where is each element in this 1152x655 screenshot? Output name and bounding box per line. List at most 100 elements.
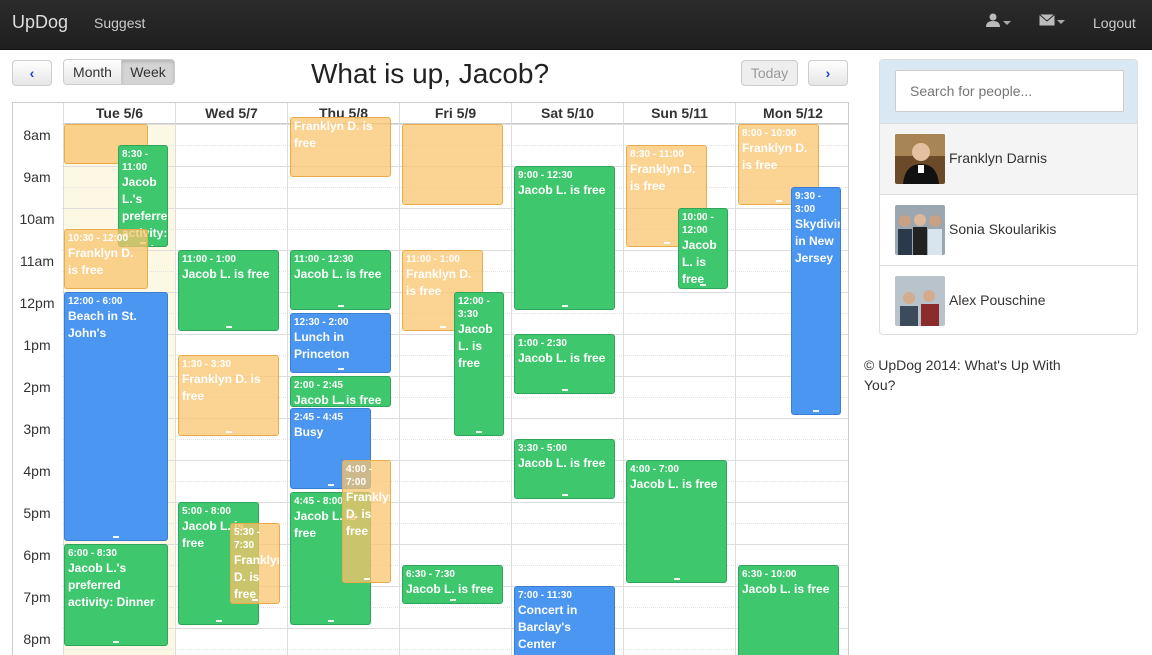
calendar-event[interactable]: 6:00 - 8:30 Jacob L.'s preferred activity… [64, 544, 168, 646]
logout-link[interactable]: Logout [1093, 15, 1136, 31]
event-time: 2:00 - 2:45 [294, 380, 343, 391]
day-header: Wed 5/7 [175, 103, 287, 124]
resize-handle[interactable] [439, 326, 446, 328]
mail-menu-icon[interactable] [1039, 13, 1065, 29]
calendar-event[interactable]: 7:00 - 11:30 Concert in Barclay's Center [514, 586, 615, 655]
resize-handle[interactable] [673, 578, 680, 580]
calendar-event[interactable]: 4:00 - 7:00 Jacob L. is free [626, 460, 727, 583]
person-photo-icon [895, 134, 945, 184]
event-title: Jacob L. is free [182, 267, 270, 281]
resize-handle[interactable] [327, 620, 334, 622]
calendar-event[interactable]: 1:00 - 2:30 Jacob L. is free [514, 334, 615, 394]
hour-label: 7pm [23, 589, 51, 605]
resize-handle[interactable] [700, 284, 706, 286]
resize-handle[interactable] [813, 410, 819, 412]
event-time: 12:30 - 2:00 [294, 317, 349, 328]
event-time: 10:00 - 12:00 [682, 212, 714, 236]
calendar-event[interactable]: 9:30 - 3:00Skydiving in New Jersey [791, 187, 841, 415]
event-title: Jacob L. is free [294, 393, 382, 407]
person-item[interactable]: Sonia Skoularikis [880, 194, 1137, 265]
today-button[interactable]: Today [741, 60, 798, 86]
calendar-event[interactable]: 11:00 - 1:00 Jacob L. is free [178, 250, 279, 331]
event-title: Franklyn D. is free [630, 162, 696, 193]
calendar-event[interactable]: 5:30 - 7:30 Franklyn D. is free [230, 523, 280, 604]
resize-handle[interactable] [215, 620, 222, 622]
week-view-button[interactable]: Week [121, 59, 175, 85]
person-item[interactable]: Alex Pouschine [880, 265, 1137, 334]
calendar-event[interactable]: Franklyn D. is free [290, 117, 391, 177]
event-time: 5:00 - 8:00 [182, 506, 231, 517]
calendar-event[interactable]: 11:00 - 12:30 Jacob L. is free [290, 250, 391, 310]
user-menu-icon[interactable] [985, 13, 1011, 30]
calendar-event[interactable] [402, 124, 503, 205]
calendar-event[interactable]: 3:30 - 5:00 Jacob L. is free [514, 439, 615, 499]
calendar-event[interactable]: 6:30 - 10:00 Jacob L. is free [738, 565, 839, 655]
resize-handle[interactable] [113, 536, 119, 538]
person-name: Franklyn Darnis [949, 150, 1048, 166]
resize-handle[interactable] [363, 578, 370, 580]
half-hour-line [62, 229, 848, 230]
resize-handle[interactable] [113, 641, 119, 643]
event-title: Jacob L. is free [406, 582, 494, 596]
day-header: Tue 5/6 [63, 103, 175, 124]
navbar: UpDog Suggest Logout [0, 0, 1152, 50]
day-divider [511, 103, 512, 655]
next-week-button[interactable]: › [808, 60, 848, 86]
hour-line [62, 460, 848, 461]
resize-handle[interactable] [327, 484, 334, 486]
resize-handle[interactable] [225, 326, 232, 328]
brand-logo[interactable]: UpDog [12, 12, 68, 33]
avatar [895, 276, 945, 326]
resize-handle[interactable] [775, 200, 782, 202]
resize-handle[interactable] [252, 599, 258, 601]
hour-label: 2pm [23, 379, 51, 395]
day-header: Sat 5/10 [511, 103, 623, 124]
search-area [880, 60, 1137, 123]
people-search-input[interactable] [895, 70, 1124, 112]
resize-handle[interactable] [337, 402, 344, 404]
event-title: Jacob L. is free [518, 351, 606, 365]
event-title: Concert in Barclay's Center [518, 603, 578, 651]
avatar [895, 205, 945, 255]
event-title: Jacob L. is free [518, 456, 606, 470]
page-title: What is up, Jacob? [310, 58, 550, 89]
resize-handle[interactable] [476, 431, 482, 433]
calendar-event[interactable]: 2:00 - 2:45 Jacob L. is free [290, 376, 391, 407]
day-divider [735, 103, 736, 655]
resize-handle[interactable] [663, 242, 670, 244]
hour-label: 9am [23, 169, 51, 185]
calendar-event[interactable]: 10:00 - 12:00 Jacob L. is free [678, 208, 728, 289]
calendar-event[interactable]: 12:00 - 6:00 Beach in St. John's [64, 292, 168, 541]
resize-handle[interactable] [337, 305, 344, 307]
person-name: Sonia Skoularikis [949, 221, 1057, 237]
calendar-event[interactable]: 6:30 - 7:30 Jacob L. is free [402, 565, 503, 604]
day-divider [175, 103, 176, 655]
nav-suggest-link[interactable]: Suggest [94, 15, 145, 31]
resize-handle[interactable] [337, 368, 344, 370]
chevron-right-icon: › [825, 65, 831, 81]
resize-handle[interactable] [449, 599, 456, 601]
calendar-event[interactable]: 10:30 - 12:00 Franklyn D. is free [64, 229, 148, 289]
calendar-event[interactable]: 12:00 - 3:30 Jacob L. is free [454, 292, 504, 436]
month-view-button[interactable]: Month [63, 59, 122, 85]
prev-week-button[interactable]: ‹ [12, 60, 52, 86]
event-time: 4:00 - 7:00 [630, 464, 679, 475]
event-time: 2:45 - 4:45 [294, 412, 343, 423]
day-divider [287, 103, 288, 655]
calendar-event[interactable]: 9:00 - 12:30 Jacob L. is free [514, 166, 615, 310]
resize-handle[interactable] [561, 389, 568, 391]
event-title: Jacob L. is free [518, 183, 606, 197]
calendar-event[interactable]: 1:30 - 3:30 Franklyn D. is free [178, 355, 279, 436]
resize-handle[interactable] [225, 431, 232, 433]
event-time: 6:30 - 10:00 [742, 569, 797, 580]
calendar-event[interactable]: 12:30 - 2:00 Lunch in Princeton [290, 313, 391, 373]
resize-handle[interactable] [561, 305, 568, 307]
event-time: 7:00 - 11:30 [518, 590, 572, 601]
event-title: Jacob L. is free [682, 238, 717, 286]
event-time: 3:30 - 5:00 [518, 443, 567, 454]
footer-text: © UpDog 2014: What's Up With You? [864, 357, 1061, 393]
person-item[interactable]: Franklyn Darnis [880, 123, 1137, 194]
event-title: Skydiving in New Jersey [795, 217, 840, 265]
resize-handle[interactable] [561, 494, 568, 496]
calendar-event[interactable]: 4:00 - 7:00Franklyn D. is free [342, 460, 391, 583]
